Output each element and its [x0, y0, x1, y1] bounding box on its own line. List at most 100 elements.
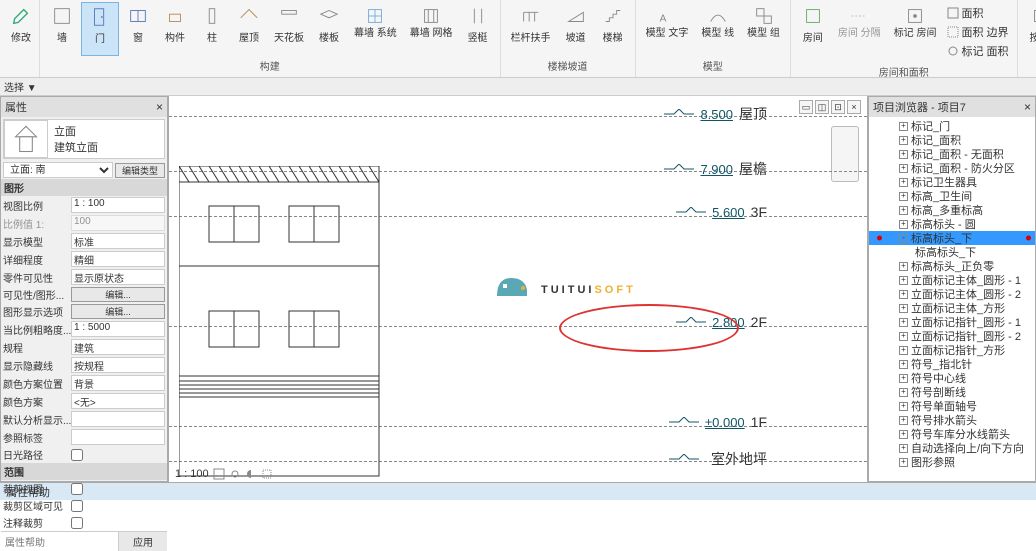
level-marker[interactable]: 7.900屋檐 — [664, 159, 767, 179]
ceiling-button[interactable]: 天花板 — [268, 2, 310, 56]
wall-button[interactable]: 墙 — [44, 2, 80, 56]
component-button[interactable]: 构件 — [157, 2, 193, 56]
curtain-grid-button[interactable]: 幕墙 网格 — [404, 2, 459, 56]
expand-icon[interactable]: + — [899, 444, 908, 453]
ext-check-crop_vis[interactable] — [71, 500, 83, 512]
level-marker[interactable]: 8.500屋顶 — [664, 104, 767, 124]
tree-item[interactable]: +立面标记指针_圆形 - 2 — [869, 329, 1035, 343]
ext-check-ann_crop[interactable] — [71, 517, 83, 529]
level-marker[interactable]: 5.6003F — [676, 204, 767, 220]
tree-item[interactable]: +标高标头 - 圆 — [869, 217, 1035, 231]
drawing-canvas[interactable]: ▭ ◫ ⊡ × 8.500屋顶7.900屋檐5.6003F2.8002F±0.0… — [168, 96, 868, 482]
crop-icon[interactable] — [261, 468, 273, 480]
tree-item[interactable]: +立面标记主体_圆形 - 2 — [869, 287, 1035, 301]
tree-item[interactable]: +符号中心线 — [869, 371, 1035, 385]
expand-icon[interactable]: + — [899, 318, 908, 327]
expand-icon[interactable]: + — [899, 360, 908, 369]
tree-item[interactable]: +标记_面积 - 无面积 — [869, 147, 1035, 161]
expand-icon[interactable]: + — [899, 262, 908, 271]
prop-value-scale[interactable]: 1 : 100 — [71, 197, 165, 213]
apply-button[interactable]: 应用 — [118, 532, 167, 551]
close-icon[interactable]: × — [156, 100, 163, 114]
tree-item[interactable]: +符号车库分水线箭头 — [869, 427, 1035, 441]
mullion-button[interactable]: 竖梃 — [460, 2, 496, 56]
ext-check-crop[interactable] — [71, 483, 83, 495]
railing-button[interactable]: 栏杆扶手 — [505, 2, 557, 56]
type-selector[interactable]: 立面: 南 — [3, 162, 113, 178]
view-control-1[interactable]: ▭ — [799, 100, 813, 114]
visual-style-icon[interactable] — [213, 468, 225, 480]
expand-icon[interactable]: + — [899, 136, 908, 145]
area-button[interactable]: 面积 — [943, 4, 1012, 22]
extent-section[interactable]: 范围 — [1, 463, 167, 480]
model-text-button[interactable]: A模型 文字 — [640, 2, 695, 56]
tree-item[interactable]: +立面标记主体_方形 — [869, 301, 1035, 315]
select-dropdown[interactable]: 选择 ▼ — [4, 79, 37, 94]
expand-icon[interactable]: + — [899, 276, 908, 285]
properties-help[interactable]: 属性帮助 — [1, 532, 118, 551]
expand-icon[interactable]: + — [899, 430, 908, 439]
prop-value-detail[interactable]: 精细 — [71, 251, 165, 267]
tree-item[interactable]: +标记_面积 — [869, 133, 1035, 147]
prop-value-color_loc[interactable]: 背景 — [71, 375, 165, 391]
expand-icon[interactable]: + — [899, 290, 908, 299]
tag-area-button[interactable]: 标记 面积 — [943, 42, 1012, 60]
browser-tree[interactable]: +标记_门+标记_面积+标记_面积 - 无面积+标记_面积 - 防火分区+标记卫… — [869, 117, 1035, 481]
prop-value-ref[interactable] — [71, 429, 165, 445]
tag-room-button[interactable]: 标记 房间 — [888, 2, 943, 62]
expand-icon[interactable]: + — [899, 122, 908, 131]
tree-item[interactable]: +符号排水箭头 — [869, 413, 1035, 427]
curtain-system-button[interactable]: 幕墙 系统 — [348, 2, 403, 56]
by-face-button[interactable]: 按面 — [1022, 2, 1036, 62]
modify-button[interactable]: 修改 — [4, 2, 38, 46]
prop-value-scale_val[interactable]: 100 — [71, 215, 165, 231]
tree-item[interactable]: +立面标记指针_方形 — [869, 343, 1035, 357]
prop-value-disc[interactable]: 建筑 — [71, 339, 165, 355]
expand-icon[interactable]: + — [899, 192, 908, 201]
tree-item[interactable]: +标高标头_正负零 — [869, 259, 1035, 273]
edit-type-button[interactable]: 编辑类型 — [115, 163, 165, 178]
tree-item[interactable]: +标记_面积 - 防火分区 — [869, 161, 1035, 175]
window-button[interactable]: 窗 — [120, 2, 156, 56]
tree-item[interactable]: 标高标头_下 — [869, 245, 1035, 259]
stair-button[interactable]: 楼梯 — [595, 2, 631, 56]
level-marker[interactable]: 室外地坪 — [669, 449, 767, 469]
navigation-bar[interactable] — [831, 126, 859, 182]
room-separator-button[interactable]: 房间 分隔 — [832, 2, 887, 62]
door-button[interactable]: 门 — [81, 2, 119, 56]
level-marker[interactable]: ±0.0001F — [669, 414, 767, 430]
sun-path-icon[interactable] — [229, 468, 241, 480]
tree-item[interactable]: +标记_门 — [869, 119, 1035, 133]
area-boundary-button[interactable]: 面积 边界 — [943, 23, 1012, 41]
tree-item[interactable]: +标高_卫生间 — [869, 189, 1035, 203]
tree-item[interactable]: +符号单面轴号 — [869, 399, 1035, 413]
prop-value-default[interactable] — [71, 411, 165, 427]
expand-icon[interactable]: + — [899, 402, 908, 411]
expand-icon[interactable]: + — [899, 332, 908, 341]
expand-icon[interactable]: + — [899, 346, 908, 355]
tree-item[interactable]: +立面标记主体_圆形 - 1 — [869, 273, 1035, 287]
close-view-icon[interactable]: × — [847, 100, 861, 114]
expand-icon[interactable]: + — [899, 164, 908, 173]
prop-edit-gdo[interactable]: 编辑... — [71, 304, 165, 319]
tree-item[interactable]: +符号_指北针 — [869, 357, 1035, 371]
graphics-section[interactable]: 图形 — [1, 179, 167, 196]
expand-icon[interactable]: + — [899, 220, 908, 229]
model-line-button[interactable]: 模型 线 — [695, 2, 740, 56]
tree-item[interactable]: +图形参照 — [869, 455, 1035, 469]
tree-item[interactable]: +标高_多重标高 — [869, 203, 1035, 217]
view-control-3[interactable]: ⊡ — [831, 100, 845, 114]
expand-icon[interactable]: + — [899, 304, 908, 313]
type-preview[interactable]: 立面建筑立面 — [3, 119, 165, 159]
prop-value-hide_scale[interactable]: 1 : 5000 — [71, 321, 165, 337]
prop-value-vis[interactable]: 显示原状态 — [71, 269, 165, 285]
prop-value-hidden[interactable]: 按规程 — [71, 357, 165, 373]
expand-icon[interactable]: + — [899, 374, 908, 383]
ramp-button[interactable]: 坡道 — [558, 2, 594, 56]
expand-icon[interactable]: + — [899, 416, 908, 425]
tree-item[interactable]: -标高标头_下 — [869, 231, 1035, 245]
view-control-2[interactable]: ◫ — [815, 100, 829, 114]
scale-display[interactable]: 1 : 100 — [175, 468, 209, 480]
expand-icon[interactable]: + — [899, 458, 908, 467]
prop-value-color[interactable]: <无> — [71, 393, 165, 409]
